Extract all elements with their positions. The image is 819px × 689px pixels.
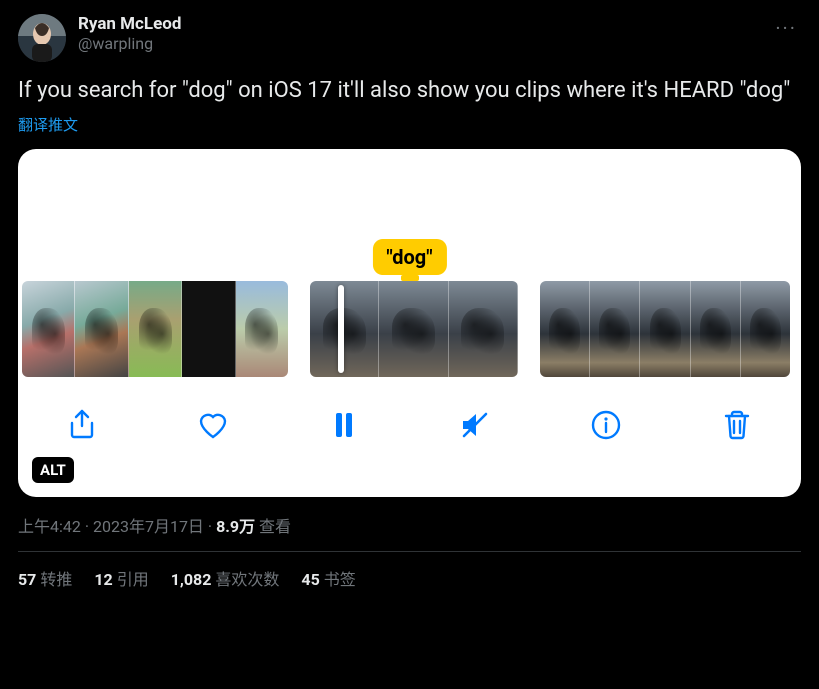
- translate-button[interactable]: 翻译推文: [18, 114, 801, 135]
- info-button[interactable]: [570, 408, 642, 442]
- filmstrip: [18, 281, 801, 377]
- video-clip[interactable]: [540, 281, 790, 377]
- tweet-time[interactable]: 上午4:42: [18, 517, 81, 536]
- tweet-date[interactable]: 2023年7月17日: [93, 517, 204, 536]
- tweet-header: Ryan McLeod @warpling ···: [18, 14, 801, 62]
- clip-frame: [236, 281, 288, 377]
- divider: [18, 551, 801, 552]
- tweet-meta: 上午4:42 · 2023年7月17日 · 8.9万 查看: [18, 513, 801, 537]
- author-block[interactable]: Ryan McLeod @warpling: [78, 14, 771, 53]
- alt-text-badge[interactable]: ALT: [32, 457, 74, 483]
- clip-frame: [22, 281, 75, 377]
- video-clip[interactable]: [22, 281, 288, 377]
- author-handle: @warpling: [78, 34, 771, 53]
- clip-frame: [379, 281, 448, 377]
- clip-frame: [449, 281, 518, 377]
- favorite-button[interactable]: [177, 408, 249, 442]
- tweet-stats: 57转推 12引用 1,082喜欢次数 45书签: [18, 566, 801, 590]
- bookmarks-stat[interactable]: 45书签: [301, 566, 355, 590]
- clip-frame: [640, 281, 690, 377]
- clip-frame: [540, 281, 590, 377]
- clip-frame: [691, 281, 741, 377]
- pause-button[interactable]: [308, 408, 380, 442]
- clip-frame: [129, 281, 182, 377]
- mute-button[interactable]: [439, 408, 511, 442]
- quotes-stat[interactable]: 12引用: [94, 566, 148, 590]
- media-toolbar: [18, 377, 801, 473]
- search-match-badge: "dog": [372, 239, 446, 275]
- tweet-container: Ryan McLeod @warpling ··· If you search …: [0, 0, 819, 590]
- video-clip[interactable]: [310, 281, 518, 377]
- media-attachment[interactable]: "dog": [18, 149, 801, 497]
- clip-frame: [310, 281, 379, 377]
- playhead[interactable]: [338, 285, 344, 373]
- avatar[interactable]: [18, 14, 66, 62]
- more-options-button[interactable]: ···: [771, 14, 801, 42]
- clip-frame: [590, 281, 640, 377]
- likes-stat[interactable]: 1,082喜欢次数: [171, 566, 280, 590]
- media-top-area: "dog": [18, 149, 801, 281]
- author-display-name: Ryan McLeod: [78, 14, 771, 34]
- clip-frame: [741, 281, 790, 377]
- tweet-text: If you search for "dog" on iOS 17 it'll …: [18, 76, 801, 106]
- share-button[interactable]: [46, 408, 118, 442]
- views-label: 查看: [255, 517, 291, 536]
- delete-button[interactable]: [701, 408, 773, 442]
- retweets-stat[interactable]: 57转推: [18, 566, 72, 590]
- clip-frame: [182, 281, 235, 377]
- match-indicator: [401, 275, 419, 281]
- clip-frame: [75, 281, 128, 377]
- views-count: 8.9万: [216, 517, 255, 536]
